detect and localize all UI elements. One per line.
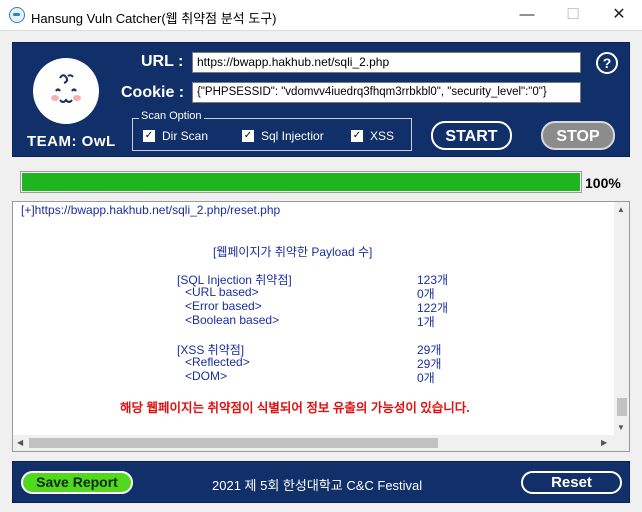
scan-option-legend: Scan Option	[139, 110, 204, 122]
progress-fill	[22, 173, 580, 191]
cookie-input[interactable]: {"PHPSESSID": "vdomvv4iuedrq3fhqm3rrbkbl…	[192, 82, 581, 103]
team-logo	[33, 58, 99, 124]
close-button[interactable]: ✕	[596, 0, 642, 31]
save-report-button[interactable]: Save Report	[21, 471, 133, 494]
result-output[interactable]: [+]https://bwapp.hakhub.net/sqli_2.php/r…	[12, 201, 630, 452]
vertical-scroll-thumb[interactable]	[617, 398, 627, 416]
xss-checkbox[interactable]: ✓ XSS	[351, 129, 394, 143]
dir-scan-checkbox[interactable]: ✓ Dir Scan	[143, 129, 208, 143]
minimize-button[interactable]: —	[504, 0, 550, 31]
dir-scan-label[interactable]: Dir Scan	[162, 129, 208, 143]
url-input[interactable]: https://bwapp.hakhub.net/sqli_2.php	[192, 52, 581, 73]
checkbox-check-icon[interactable]: ✓	[351, 130, 363, 142]
scan-option-group: Scan Option ✓ Dir Scan ✓ Sql Injectior ✓…	[132, 110, 412, 151]
owl-face-icon	[51, 74, 81, 103]
scroll-right-arrow-icon[interactable]: ▶	[601, 438, 607, 447]
sql-injection-checkbox[interactable]: ✓ Sql Injectior	[242, 129, 324, 143]
result-row-count: 0개	[417, 371, 435, 385]
footer-festival-text: 2021 제 5회 한성대학교 C&C Festival	[212, 478, 423, 493]
team-label: TEAM: OwL	[27, 133, 116, 150]
scroll-up-arrow-icon[interactable]: ▲	[617, 205, 625, 214]
scroll-left-arrow-icon[interactable]: ◀	[17, 438, 23, 447]
progress-bar	[20, 171, 582, 193]
result-row-count: 1개	[417, 315, 435, 329]
result-warning: 해당 웹페이지는 취약점이 식별되어 정보 유출의 가능성이 있습니다.	[120, 401, 470, 415]
checkbox-check-icon[interactable]: ✓	[242, 130, 254, 142]
vertical-scrollbar[interactable]: ▲ ▼	[614, 202, 629, 435]
checkbox-check-icon[interactable]: ✓	[143, 130, 155, 142]
url-label: URL :	[141, 53, 184, 70]
result-row-label: <Error based>	[185, 299, 262, 313]
horizontal-scroll-thumb[interactable]	[29, 438, 438, 448]
start-button[interactable]: START	[431, 121, 512, 150]
cookie-label: Cookie :	[121, 84, 185, 101]
result-url-line: [+]https://bwapp.hakhub.net/sqli_2.php/r…	[21, 203, 281, 217]
result-title: [웹페이지가 취약한 Payload 수]	[213, 245, 373, 259]
control-panel: TEAM: OwL URL : https://bwapp.hakhub.net…	[12, 42, 630, 157]
title-bar: Hansung Vuln Catcher(웹 취약점 분석 도구) — ☐ ✕	[0, 0, 642, 31]
sql-injection-label[interactable]: Sql Injectior	[261, 129, 324, 143]
result-row-label: <Reflected>	[185, 355, 250, 369]
maximize-button[interactable]: ☐	[550, 0, 596, 31]
progress-percent: 100%	[585, 175, 621, 191]
result-row-label: <DOM>	[185, 369, 228, 383]
window-title: Hansung Vuln Catcher(웹 취약점 분석 도구)	[31, 11, 277, 26]
xss-label[interactable]: XSS	[370, 129, 394, 143]
scroll-corner	[614, 435, 629, 451]
horizontal-scrollbar[interactable]: ◀ ▶	[13, 435, 614, 451]
reset-button[interactable]: Reset	[521, 471, 622, 494]
stop-button[interactable]: STOP	[541, 121, 615, 150]
result-row-label: <URL based>	[185, 285, 259, 299]
scroll-down-arrow-icon[interactable]: ▼	[617, 423, 625, 432]
footer-panel: Save Report 2021 제 5회 한성대학교 C&C Festival…	[12, 461, 630, 503]
result-row-label: <Boolean based>	[185, 313, 280, 327]
help-button[interactable]: ?	[596, 52, 618, 74]
app-icon	[9, 7, 25, 23]
